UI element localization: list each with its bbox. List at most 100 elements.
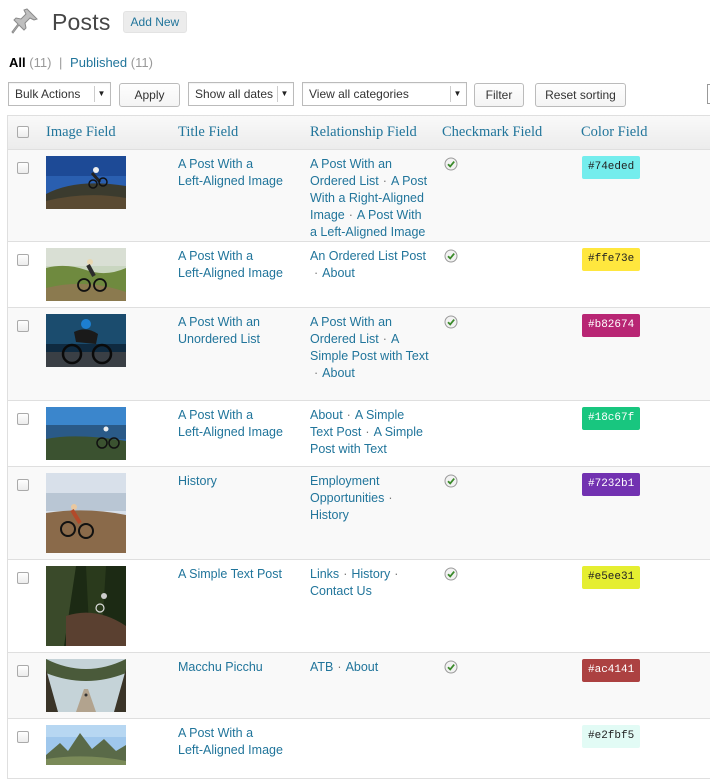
row-checkbox[interactable] [17,731,29,743]
select-all-checkbox[interactable] [17,126,29,138]
related-post-link[interactable]: A Post With [357,208,422,222]
post-title-link[interactable]: Left-Aligned Image [178,424,298,441]
related-post-link[interactable]: A Simple [355,408,404,422]
color-swatch: #b82674 [582,314,641,337]
related-post-link[interactable]: Opportunities [310,491,384,505]
post-title-link[interactable]: History [178,473,298,490]
title-cell: Macchu Picchu [178,659,298,676]
post-thumbnail[interactable] [46,248,126,301]
related-post-link[interactable]: Employment [310,474,379,488]
post-thumbnail[interactable] [46,156,126,209]
separator-dot: · [314,366,319,380]
post-title-link[interactable]: A Post With an [178,314,298,331]
table-row[interactable]: A Post With a Left-Aligned Image #e2fbf5 [8,719,710,779]
related-post-link[interactable]: About [310,408,343,422]
post-title-link[interactable]: A Post With a [178,248,298,265]
post-thumbnail[interactable] [46,473,126,553]
table-row[interactable]: A Post With an Unordered List A Post With … [8,308,710,401]
relationship-line: Ordered List · A [310,331,430,348]
column-color-header[interactable]: Color Field [581,124,647,141]
table-row[interactable]: A Post With a Left-Aligned Image An Ordere… [8,242,710,308]
related-post-link[interactable]: Simple Post with Text [310,349,429,363]
separator-dot: · [382,174,387,188]
post-title-link[interactable]: Left-Aligned Image [178,173,298,190]
column-relationship-header[interactable]: Relationship Field [310,124,417,141]
filter-button[interactable]: Filter [474,83,524,107]
post-thumbnail[interactable] [46,725,126,778]
view-separator: | [59,55,63,70]
add-new-button[interactable]: Add New [122,11,188,33]
related-post-link[interactable]: A Post With an [310,157,392,171]
table-row[interactable]: Macchu Picchu ATB · About #ac4141 [8,653,710,719]
row-checkbox[interactable] [17,413,29,425]
related-post-link[interactable]: History [351,567,390,581]
color-swatch: #ffe73e [582,248,641,271]
post-title-link[interactable]: A Post With a [178,407,298,424]
categories-select[interactable]: View all categories ▼ [302,82,467,106]
dropdown-arrow-icon: ▼ [277,86,291,102]
table-row[interactable]: History Employment Opportunities · History #7… [8,467,710,560]
reset-sorting-button[interactable]: Reset sorting [535,83,626,107]
post-title-link[interactable]: A Post With a [178,725,298,742]
related-post-link[interactable]: A Simple [374,425,423,439]
related-post-link[interactable]: History [310,508,349,522]
related-post-link[interactable]: Contact Us [310,584,372,598]
post-title-link[interactable]: A Simple Text Post [178,566,298,583]
related-post-link[interactable]: An Ordered List Post [310,249,426,263]
post-thumbnail[interactable] [46,407,126,460]
color-swatch: #ac4141 [582,659,641,682]
row-checkbox[interactable] [17,479,29,491]
post-thumbnail[interactable] [46,659,126,712]
post-thumbnail[interactable] [46,566,126,646]
view-published-link[interactable]: Published [70,55,127,70]
post-title-link[interactable]: Left-Aligned Image [178,742,298,759]
post-title-link[interactable]: Unordered List [178,331,298,348]
checkmark-icon [444,315,458,329]
post-thumbnail[interactable] [46,314,126,394]
related-post-link[interactable]: With a Right-Aligned [310,191,424,205]
related-post-link[interactable]: Ordered List [310,332,379,346]
relationship-line: Simple Post with Text [310,348,430,365]
title-cell: A Post With a Left-Aligned Image [178,725,298,759]
related-post-link[interactable]: A Post [391,174,427,188]
related-post-link[interactable]: a Left-Aligned Image [310,225,425,239]
post-status-filter: All (11) | Published (11) [9,55,153,70]
bulk-actions-value: Bulk Actions [15,87,81,101]
table-row[interactable]: A Post With a Left-Aligned Image A Post Wi… [8,150,710,242]
posts-table: Image Field Title Field Relationship Fie… [7,115,710,779]
dates-select[interactable]: Show all dates ▼ [188,82,294,106]
related-post-link[interactable]: Links [310,567,339,581]
relationship-line: · About [310,265,430,282]
bulk-actions-select[interactable]: Bulk Actions ▼ [8,82,111,106]
related-post-link[interactable]: Ordered List [310,174,379,188]
column-title-header[interactable]: Title Field [178,124,238,141]
row-checkbox[interactable] [17,665,29,677]
row-checkbox[interactable] [17,572,29,584]
view-all-link[interactable]: All [9,55,26,70]
title-cell: A Post With a Left-Aligned Image [178,407,298,441]
post-title-link[interactable]: Macchu Picchu [178,659,298,676]
relationship-line: Text Post · A Simple [310,424,430,441]
related-post-link[interactable]: A [391,332,399,346]
related-post-link[interactable]: A Post With an [310,315,392,329]
related-post-link[interactable]: Text Post [310,425,361,439]
related-post-link[interactable]: About [346,660,379,674]
post-title-link[interactable]: Left-Aligned Image [178,265,298,282]
row-checkbox[interactable] [17,254,29,266]
table-row[interactable]: A Simple Text Post Links · History · Contact … [8,560,710,653]
row-checkbox[interactable] [17,320,29,332]
related-post-link[interactable]: Post with Text [310,442,387,456]
apply-button[interactable]: Apply [119,83,180,107]
related-post-link[interactable]: About [322,366,355,380]
row-checkbox[interactable] [17,162,29,174]
related-post-link[interactable]: About [322,266,355,280]
related-post-link[interactable]: ATB [310,660,333,674]
column-image-header[interactable]: Image Field [46,124,116,141]
relationship-cell: Links · History · Contact Us [310,566,430,600]
relationship-line: Post with Text [310,441,430,458]
related-post-link[interactable]: Image [310,208,345,222]
column-checkmark-header[interactable]: Checkmark Field [442,124,542,141]
dropdown-arrow-icon: ▼ [450,86,464,102]
table-row[interactable]: A Post With a Left-Aligned Image About · A S… [8,401,710,467]
post-title-link[interactable]: A Post With a [178,156,298,173]
